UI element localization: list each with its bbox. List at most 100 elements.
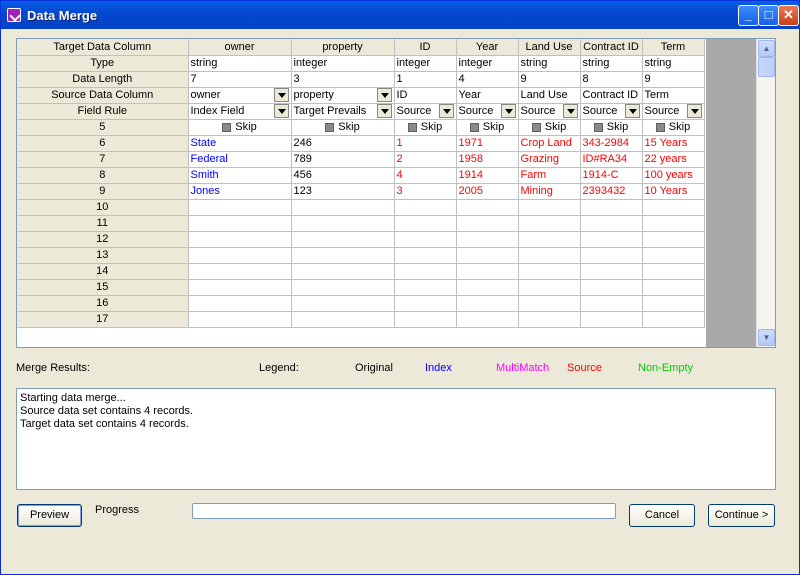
data-cell[interactable] (456, 311, 519, 328)
data-cell[interactable]: 10 Years (642, 183, 705, 200)
skip-checkbox[interactable] (407, 122, 417, 132)
preview-button[interactable]: Preview (17, 504, 82, 527)
data-cell[interactable] (580, 295, 643, 312)
data-cell[interactable] (518, 247, 581, 264)
source-column-select[interactable]: ID (394, 87, 457, 104)
skip-checkbox[interactable] (222, 122, 232, 132)
field-rule-select[interactable]: Index Field (188, 103, 292, 120)
data-cell[interactable] (518, 263, 581, 280)
data-cell[interactable] (188, 311, 292, 328)
data-cell[interactable] (291, 199, 395, 216)
data-cell[interactable]: Federal (188, 151, 292, 168)
data-cell[interactable] (188, 215, 292, 232)
scroll-up-icon[interactable]: ▲ (758, 40, 775, 57)
dropdown-arrow-icon[interactable] (273, 104, 289, 118)
close-button[interactable]: ✕ (778, 5, 799, 26)
minimize-button[interactable]: _ (738, 5, 759, 26)
data-cell[interactable] (518, 279, 581, 296)
skip-checkbox[interactable] (593, 122, 603, 132)
skip-checkbox[interactable] (469, 122, 479, 132)
data-cell[interactable] (394, 279, 457, 296)
source-column-select[interactable]: owner (188, 87, 292, 104)
data-cell[interactable] (642, 199, 705, 216)
skip-cell[interactable]: Skip (518, 119, 581, 136)
skip-cell[interactable]: Skip (188, 119, 292, 136)
data-cell[interactable]: State (188, 135, 292, 152)
data-cell[interactable] (518, 311, 581, 328)
data-cell[interactable] (188, 247, 292, 264)
scroll-down-icon[interactable]: ▼ (758, 329, 775, 346)
data-cell[interactable] (518, 295, 581, 312)
field-rule-select[interactable]: Source (456, 103, 519, 120)
data-cell[interactable] (394, 295, 457, 312)
skip-checkbox[interactable] (325, 122, 335, 132)
data-cell[interactable] (188, 279, 292, 296)
data-cell[interactable] (456, 247, 519, 264)
data-cell[interactable] (518, 199, 581, 216)
data-cell[interactable] (580, 279, 643, 296)
data-cell[interactable] (188, 295, 292, 312)
column-header[interactable]: owner (188, 39, 292, 56)
dropdown-arrow-icon[interactable] (273, 88, 289, 102)
column-header[interactable]: Year (456, 39, 519, 56)
data-cell[interactable]: 1 (394, 135, 457, 152)
skip-cell[interactable]: Skip (642, 119, 705, 136)
merge-log[interactable]: Starting data merge... Source data set c… (16, 388, 776, 490)
dropdown-arrow-icon[interactable] (500, 104, 516, 118)
data-cell[interactable]: ID#RA34 (580, 151, 643, 168)
source-column-select[interactable]: Year (456, 87, 519, 104)
data-cell[interactable] (580, 215, 643, 232)
data-cell[interactable] (518, 231, 581, 248)
column-header[interactable]: Land Use (518, 39, 581, 56)
data-cell[interactable] (642, 311, 705, 328)
column-header[interactable]: Contract ID (580, 39, 643, 56)
data-cell[interactable] (642, 231, 705, 248)
source-column-select[interactable]: Term (642, 87, 705, 104)
data-cell[interactable]: 15 Years (642, 135, 705, 152)
data-cell[interactable]: 1914 (456, 167, 519, 184)
data-cell[interactable] (394, 247, 457, 264)
data-cell[interactable] (394, 199, 457, 216)
column-header[interactable]: ID (394, 39, 457, 56)
data-cell[interactable] (291, 247, 395, 264)
data-cell[interactable]: Mining (518, 183, 581, 200)
scroll-thumb[interactable] (758, 57, 775, 77)
data-cell[interactable]: 1958 (456, 151, 519, 168)
dropdown-arrow-icon[interactable] (438, 104, 454, 118)
data-cell[interactable]: 100 years (642, 167, 705, 184)
data-cell[interactable] (642, 247, 705, 264)
skip-checkbox[interactable] (531, 122, 541, 132)
data-cell[interactable] (642, 215, 705, 232)
data-cell[interactable] (580, 247, 643, 264)
source-column-select[interactable]: property (291, 87, 395, 104)
skip-checkbox[interactable] (655, 122, 665, 132)
data-cell[interactable]: 123 (291, 183, 395, 200)
data-cell[interactable]: 3 (394, 183, 457, 200)
dropdown-arrow-icon[interactable] (376, 104, 392, 118)
data-cell[interactable] (291, 215, 395, 232)
dropdown-arrow-icon[interactable] (376, 88, 392, 102)
data-cell[interactable] (394, 263, 457, 280)
field-rule-select[interactable]: Target Prevails (291, 103, 395, 120)
cancel-button[interactable]: Cancel (629, 504, 695, 527)
data-cell[interactable] (456, 231, 519, 248)
field-rule-select[interactable]: Source (518, 103, 581, 120)
data-cell[interactable] (188, 231, 292, 248)
dropdown-arrow-icon[interactable] (686, 104, 702, 118)
data-cell[interactable] (188, 263, 292, 280)
data-cell[interactable] (580, 263, 643, 280)
dropdown-arrow-icon[interactable] (624, 104, 640, 118)
data-cell[interactable]: 246 (291, 135, 395, 152)
data-cell[interactable]: 456 (291, 167, 395, 184)
data-cell[interactable] (456, 295, 519, 312)
data-cell[interactable] (291, 311, 395, 328)
data-cell[interactable] (291, 231, 395, 248)
data-cell[interactable]: 2393432 (580, 183, 643, 200)
data-cell[interactable]: Smith (188, 167, 292, 184)
data-cell[interactable]: Crop Land (518, 135, 581, 152)
vertical-scrollbar[interactable]: ▲ ▼ (756, 39, 775, 347)
data-cell[interactable]: 1914-C (580, 167, 643, 184)
data-cell[interactable] (518, 215, 581, 232)
data-cell[interactable] (456, 279, 519, 296)
data-cell[interactable] (456, 263, 519, 280)
